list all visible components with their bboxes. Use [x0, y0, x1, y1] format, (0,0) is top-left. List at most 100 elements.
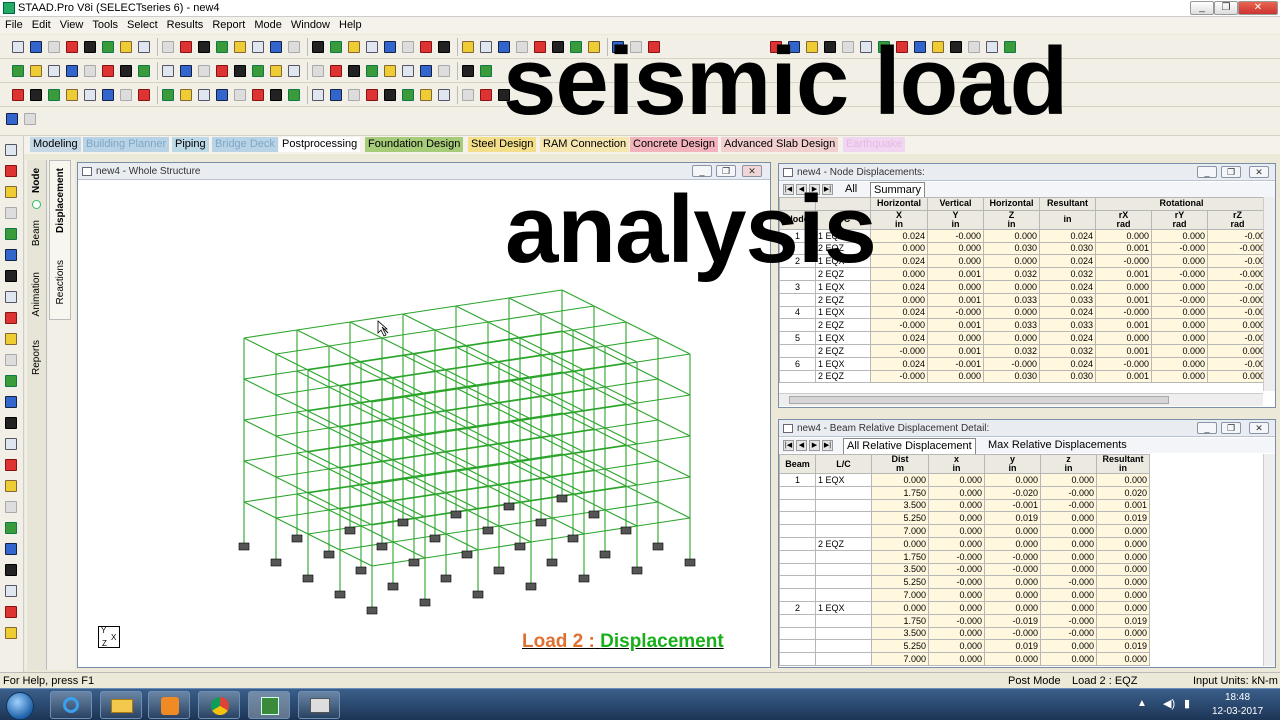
first-tab-button[interactable]: |◀ [783, 440, 794, 451]
toolbar-tool-icon[interactable] [84, 41, 96, 53]
side-tab-animation[interactable]: Animation [31, 272, 42, 316]
frame-member[interactable] [445, 484, 500, 494]
frame-member[interactable] [487, 477, 542, 487]
frame-member[interactable] [519, 370, 574, 380]
frame-member[interactable] [424, 467, 479, 477]
beam-close-button[interactable]: ✕ [1249, 422, 1269, 434]
toolbar-tool-icon[interactable] [288, 89, 300, 101]
frame-member[interactable] [296, 329, 330, 347]
frame-member[interactable] [402, 469, 457, 479]
frame-member[interactable] [498, 443, 532, 461]
frame-member[interactable] [551, 468, 606, 478]
node-close-button[interactable]: ✕ [1249, 166, 1269, 178]
frame-member[interactable] [339, 385, 373, 403]
toolbar-tool-icon[interactable] [6, 113, 18, 125]
frame-member[interactable] [657, 460, 691, 478]
frame-member[interactable] [307, 484, 362, 494]
side-tool-icon[interactable] [5, 165, 17, 177]
frame-member[interactable] [328, 501, 383, 511]
frame-member[interactable] [498, 361, 532, 379]
frame-member[interactable] [243, 378, 277, 396]
frame-member[interactable] [657, 501, 691, 519]
frame-member[interactable] [604, 460, 659, 470]
frame-member[interactable] [402, 436, 436, 454]
table-row[interactable]: 1.750 -0.000 -0.000 0.000 0.000 [779, 549, 1150, 564]
frame-member[interactable] [381, 452, 436, 462]
toolbar-tool-icon[interactable] [480, 65, 492, 77]
toolbar-tool-icon[interactable] [480, 89, 492, 101]
side-tool-icon[interactable] [5, 375, 17, 387]
frame-member[interactable] [328, 509, 362, 527]
toolbar-tool-icon[interactable] [234, 65, 246, 77]
frame-member[interactable] [508, 420, 542, 438]
frame-member[interactable] [508, 338, 542, 356]
frame-member[interactable] [519, 378, 553, 396]
frame-member[interactable] [540, 313, 574, 331]
frame-member[interactable] [561, 371, 595, 389]
frame-member[interactable] [572, 411, 606, 429]
frame-member[interactable] [593, 387, 627, 405]
tab-all-relative-displacement[interactable]: All Relative Displacement [843, 438, 976, 454]
frame-member[interactable] [360, 443, 394, 461]
frame-member[interactable] [328, 419, 383, 429]
frame-member[interactable] [445, 369, 479, 387]
frame-member[interactable] [572, 329, 606, 347]
frame-member[interactable] [339, 418, 394, 428]
frame-member[interactable] [625, 403, 659, 421]
side-tool-icon[interactable] [5, 396, 17, 408]
frame-member[interactable] [296, 493, 330, 511]
frame-member[interactable] [487, 362, 521, 380]
side-tab-reactions[interactable]: Reactions [55, 260, 66, 304]
toolbar-tool-icon[interactable] [180, 41, 192, 53]
tab-building-planner[interactable]: Building Planner [83, 137, 170, 152]
frame-member[interactable] [466, 509, 500, 527]
frame-member[interactable] [445, 492, 479, 510]
frame-member[interactable] [402, 305, 457, 315]
frame-member[interactable] [540, 395, 574, 413]
toolbar-tool-icon[interactable] [138, 41, 150, 53]
frame-member[interactable] [296, 444, 351, 454]
taskbar-chrome-icon[interactable] [198, 691, 240, 719]
table-row[interactable]: 3.500 -0.000 -0.000 0.000 0.000 [779, 562, 1150, 577]
frame-member[interactable] [349, 477, 404, 487]
frame-member[interactable] [339, 467, 373, 485]
frame-member[interactable] [519, 337, 553, 355]
frame-member[interactable] [604, 386, 638, 404]
frame-member[interactable] [455, 461, 510, 471]
frame-member[interactable] [434, 370, 468, 388]
frame-member[interactable] [339, 508, 373, 526]
frame-member[interactable] [466, 419, 521, 429]
side-tool-icon[interactable] [5, 522, 17, 534]
frame-member[interactable] [243, 370, 298, 380]
volume-icon[interactable]: ◀) [1163, 697, 1175, 710]
frame-member[interactable] [434, 321, 489, 331]
frame-member[interactable] [498, 394, 553, 404]
frame-member[interactable] [392, 459, 426, 477]
toolbar-tool-icon[interactable] [102, 65, 114, 77]
toolbar-tool-icon[interactable] [384, 65, 396, 77]
toolbar-tool-icon[interactable] [330, 89, 342, 101]
frame-member[interactable] [572, 444, 627, 454]
frame-member[interactable] [275, 509, 330, 519]
toolbar-tool-icon[interactable] [462, 41, 474, 53]
toolbar-tool-icon[interactable] [312, 89, 324, 101]
frame-member[interactable] [477, 418, 532, 428]
table-row[interactable]: 11 EQX 0.000 0.000 0.000 0.000 0.000 [779, 473, 1150, 487]
menu-tools[interactable]: Tools [87, 17, 122, 31]
frame-member[interactable] [636, 435, 691, 445]
toolbar-tool-icon[interactable] [270, 41, 282, 53]
frame-member[interactable] [466, 337, 521, 347]
frame-member[interactable] [487, 485, 521, 503]
frame-member[interactable] [551, 427, 606, 437]
frame-member[interactable] [402, 428, 457, 438]
frame-member[interactable] [307, 369, 341, 387]
frame-member[interactable] [498, 484, 532, 502]
toolbar-tool-icon[interactable] [138, 89, 150, 101]
frame-member[interactable] [275, 476, 309, 494]
table-row[interactable]: 5.250 -0.000 0.000 -0.000 0.000 [779, 575, 1150, 590]
toolbar-tool-icon[interactable] [30, 89, 42, 101]
side-tool-icon[interactable] [5, 207, 17, 219]
menu-help[interactable]: Help [334, 17, 366, 31]
frame-member[interactable] [583, 361, 638, 371]
frame-member[interactable] [572, 321, 627, 331]
